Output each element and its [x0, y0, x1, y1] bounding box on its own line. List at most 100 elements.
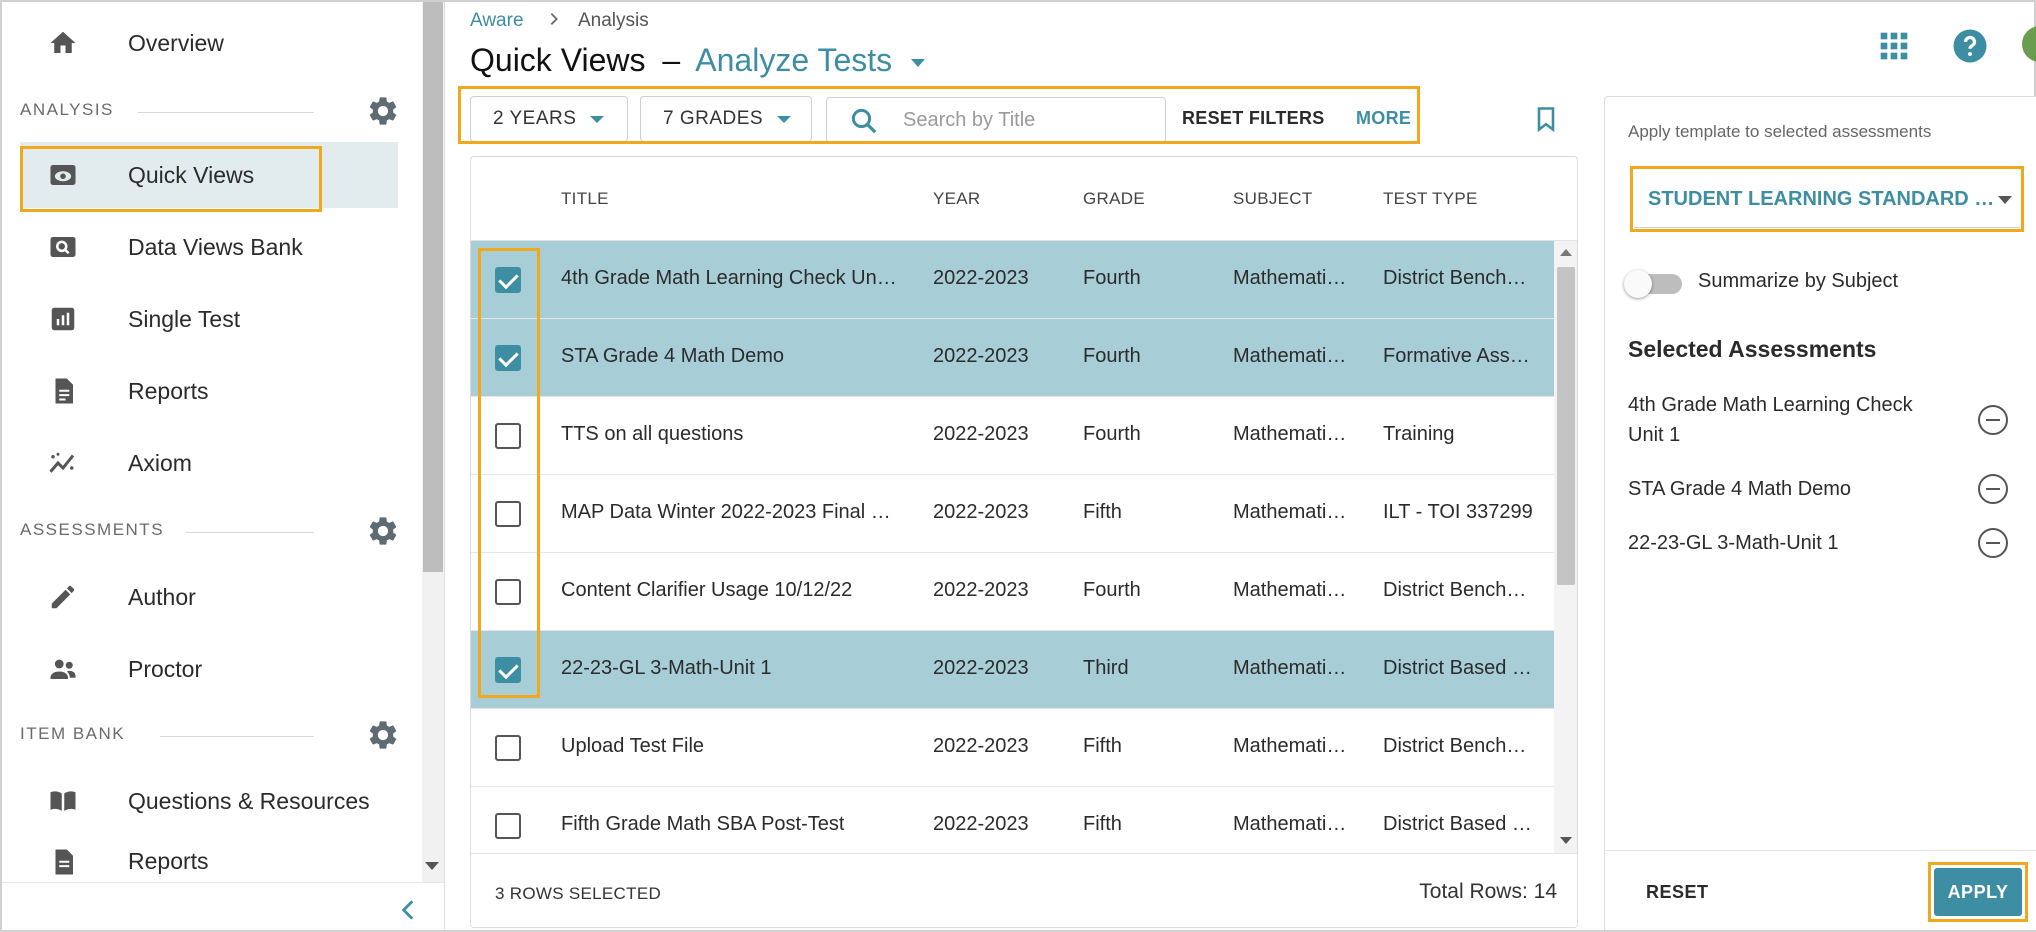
selected-assessments-heading: Selected Assessments	[1628, 336, 1877, 362]
search-data-icon	[46, 231, 80, 263]
cell-subject: Mathemati…	[1233, 735, 1347, 757]
people-icon	[46, 653, 80, 685]
template-dropdown-highlight	[1630, 166, 2024, 232]
cell-grade: Fifth	[1083, 501, 1122, 523]
quick-views-highlight	[20, 146, 322, 212]
scroll-down-arrow-icon[interactable]	[425, 862, 439, 870]
template-caption: Apply template to selected assessments	[1628, 122, 1932, 141]
sidebar-item-overview[interactable]: Overview	[20, 10, 398, 76]
column-header-year[interactable]: YEAR	[933, 189, 981, 209]
trend-icon	[46, 447, 80, 479]
page-title: Quick Views – Analyze Tests	[470, 42, 926, 79]
cell-year: 2022-2023	[933, 501, 1029, 523]
remove-circle-icon[interactable]	[1978, 474, 2008, 504]
table-row[interactable]: MAP Data Winter 2022-2023 Final … 2022-20…	[471, 475, 1554, 553]
help-icon[interactable]	[1952, 28, 1988, 64]
table-row[interactable]: TTS on all questions 2022-2023 Fourth Mathe…	[471, 397, 1554, 475]
table-footer: 3 ROWS SELECTED Total Rows: 14	[471, 853, 1577, 927]
cell-year: 2022-2023	[933, 579, 1029, 601]
sidebar-footer	[2, 882, 444, 930]
sidebar-item-proctor[interactable]: Proctor	[20, 636, 398, 702]
bar-chart-icon	[46, 303, 80, 335]
cell-test-type: ILT - TOI 337299	[1383, 501, 1533, 523]
cell-subject: Mathemati…	[1233, 423, 1347, 445]
cell-grade: Fourth	[1083, 345, 1141, 367]
sidebar: Overview ANALYSIS Quick Views Data Views…	[2, 2, 420, 930]
section-assessments: ASSESSMENTS	[20, 512, 400, 548]
total-rows: Total Rows: 14	[1419, 880, 1557, 903]
checkbox-column-highlight	[478, 248, 540, 698]
page-title-dash: –	[662, 42, 681, 78]
assessments-table: TITLE YEAR GRADE SUBJECT TEST TYPE 4th G…	[470, 156, 1578, 928]
view-selector-caret-icon[interactable]	[911, 58, 926, 67]
view-selector[interactable]: Analyze Tests	[695, 42, 892, 78]
section-item-bank: ITEM BANK	[20, 716, 400, 752]
column-header-test-type[interactable]: TEST TYPE	[1383, 189, 1478, 209]
pencil-icon	[46, 581, 80, 613]
column-header-title[interactable]: TITLE	[561, 189, 609, 209]
cell-grade: Fourth	[1083, 423, 1141, 445]
sidebar-item-axiom[interactable]: Axiom	[20, 430, 398, 496]
section-title: ITEM BANK	[20, 724, 126, 743]
sidebar-scrollbar-thumb[interactable]	[423, 2, 443, 572]
table-header: TITLE YEAR GRADE SUBJECT TEST TYPE	[471, 157, 1577, 241]
sidebar-item-author[interactable]: Author	[20, 564, 398, 630]
cell-year: 2022-2023	[933, 735, 1029, 757]
sidebar-item-data-views-bank[interactable]: Data Views Bank	[20, 214, 398, 280]
selected-assessment-item: 4th Grade Math Learning Check Unit 1	[1628, 394, 1913, 446]
gear-icon[interactable]	[366, 514, 400, 548]
breadcrumb-root-link[interactable]: Aware	[470, 10, 524, 32]
cell-test-type: District Based …	[1383, 657, 1532, 679]
bookmark-icon[interactable]	[1532, 104, 1560, 139]
sidebar-item-single-test[interactable]: Single Test	[20, 286, 398, 352]
home-icon	[46, 27, 80, 59]
sidebar-divider	[444, 2, 445, 930]
summarize-toggle-knob[interactable]	[1624, 270, 1652, 298]
section-title: ANALYSIS	[20, 100, 114, 119]
row-checkbox[interactable]	[495, 813, 521, 839]
cell-title: Fifth Grade Math SBA Post-Test	[561, 813, 845, 835]
row-checkbox[interactable]	[495, 735, 521, 761]
cell-subject: Mathemati…	[1233, 345, 1347, 367]
table-row[interactable]: STA Grade 4 Math Demo 2022-2023 Fourth Math…	[471, 319, 1554, 397]
gear-icon[interactable]	[366, 718, 400, 752]
cell-test-type: Training	[1383, 423, 1455, 445]
scroll-up-arrow-icon[interactable]	[1560, 249, 1572, 256]
sidebar-item-label: Proctor	[128, 655, 203, 682]
sidebar-item-label: Questions & Resources	[128, 787, 370, 814]
scroll-down-arrow-icon[interactable]	[1560, 837, 1572, 844]
section-divider	[186, 532, 314, 533]
gear-icon[interactable]	[366, 94, 400, 128]
cell-year: 2022-2023	[933, 423, 1029, 445]
reset-button[interactable]: RESET	[1646, 882, 1709, 903]
cell-test-type: Formative Ass…	[1383, 345, 1530, 367]
cell-year: 2022-2023	[933, 345, 1029, 367]
cell-year: 2022-2023	[933, 657, 1029, 679]
collapse-chevron-icon[interactable]	[396, 893, 422, 932]
section-analysis: ANALYSIS	[20, 92, 400, 128]
cell-test-type: District Bench…	[1383, 735, 1527, 757]
table-row[interactable]: Content Clarifier Usage 10/12/22 2022-202…	[471, 553, 1554, 631]
table-row[interactable]: 4th Grade Math Learning Check Un… 2022-20…	[471, 241, 1554, 319]
column-header-grade[interactable]: GRADE	[1083, 189, 1145, 209]
table-scrollbar-thumb[interactable]	[1557, 267, 1575, 585]
cell-title: MAP Data Winter 2022-2023 Final …	[561, 501, 891, 523]
sidebar-item-reports[interactable]: Reports	[20, 358, 398, 424]
remove-circle-icon[interactable]	[1978, 528, 2008, 558]
column-header-subject[interactable]: SUBJECT	[1233, 189, 1313, 209]
sidebar-item-questions-resources[interactable]: Questions & Resources	[20, 768, 398, 834]
selected-assessment-item: STA Grade 4 Math Demo	[1628, 478, 1852, 500]
document-icon	[46, 375, 80, 407]
apply-button-highlight	[1928, 862, 2028, 922]
table-row[interactable]: Upload Test File 2022-2023 Fifth Mathemati……	[471, 709, 1554, 787]
remove-circle-icon[interactable]	[1978, 405, 2008, 435]
apps-grid-icon[interactable]	[1878, 30, 1914, 66]
cell-test-type: District Bench…	[1383, 579, 1527, 601]
cell-test-type: District Based …	[1383, 813, 1532, 835]
sidebar-item-label: Single Test	[128, 305, 241, 332]
selected-assessment-item: 22-23-GL 3-Math-Unit 1	[1628, 532, 1839, 554]
sidebar-item-reports-2[interactable]: Reports	[20, 840, 398, 882]
cell-title: 4th Grade Math Learning Check Un…	[561, 267, 897, 289]
table-row[interactable]: 22-23-GL 3-Math-Unit 1 2022-2023 Third Math…	[471, 631, 1554, 709]
book-icon	[46, 785, 80, 817]
